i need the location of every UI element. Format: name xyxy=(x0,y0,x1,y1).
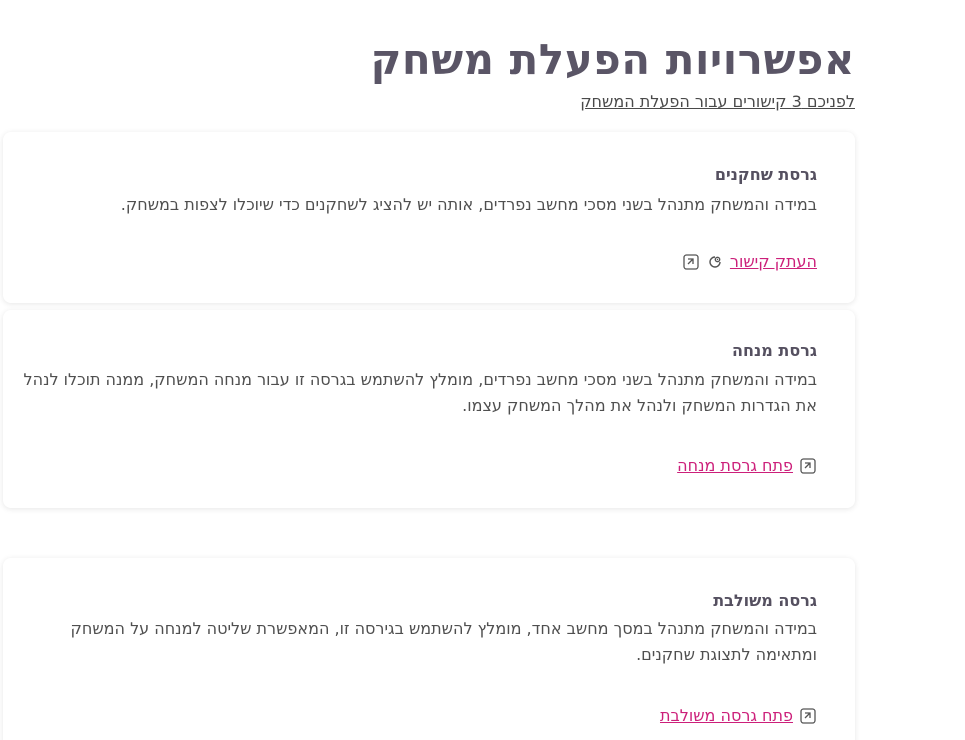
external-link-icon[interactable] xyxy=(682,253,700,271)
card-description: במידה והמשחק מתנהל בשני מסכי מחשב נפרדים… xyxy=(23,370,817,415)
card-title: גרסה משולבת xyxy=(713,591,817,610)
card-actions: פתח גרסת מנחה xyxy=(677,455,817,477)
card-description: במידה והמשחק מתנהל בשני מסכי מחשב נפרדים… xyxy=(120,195,817,214)
page-title: אפשרויות הפעלת משחק xyxy=(370,35,855,84)
copy-link-button[interactable]: העתק קישור xyxy=(730,251,817,273)
external-link-icon xyxy=(799,707,817,725)
open-host-version-link[interactable]: פתח גרסת מנחה xyxy=(677,455,793,477)
card-actions: העתק קישור xyxy=(682,251,817,273)
players-version-card: גרסת שחקנים במידה והמשחק מתנהל בשני מסכי… xyxy=(3,132,855,303)
card-title: גרסת שחקנים xyxy=(714,165,817,184)
combined-version-card: גרסה משולבת במידה והמשחק מתנהל במסך מחשב… xyxy=(3,558,855,740)
copy-link-icon[interactable] xyxy=(706,253,724,271)
card-title: גרסת מנחה xyxy=(732,341,817,360)
links-intro-link[interactable]: לפניכם 3 קישורים עבור הפעלת המשחק xyxy=(580,91,855,113)
external-link-icon xyxy=(799,457,817,475)
page: אפשרויות הפעלת משחק לפניכם 3 קישורים עבו… xyxy=(0,0,965,740)
card-actions: פתח גרסה משולבת xyxy=(660,705,817,727)
card-description: במידה והמשחק מתנהל במסך מחשב אחד, מומלץ … xyxy=(70,619,817,664)
host-version-card: גרסת מנחה במידה והמשחק מתנהל בשני מסכי מ… xyxy=(3,310,855,508)
open-combined-version-link[interactable]: פתח גרסה משולבת xyxy=(660,705,793,727)
